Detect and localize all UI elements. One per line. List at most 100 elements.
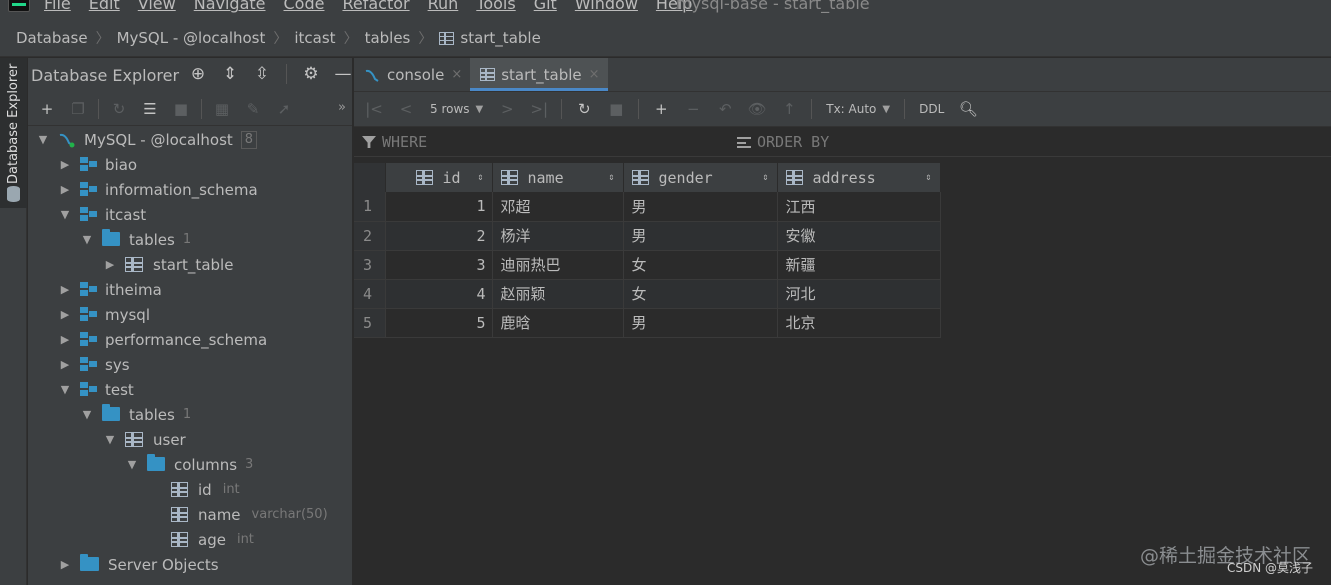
- chevron-down-icon[interactable]: ▼: [58, 208, 72, 221]
- cell-gender[interactable]: 男: [623, 192, 778, 222]
- tree-node-connection[interactable]: ▼ MySQL - @localhost 8: [36, 127, 258, 152]
- cell-address[interactable]: 新疆: [777, 250, 941, 280]
- menu-window[interactable]: Window: [575, 0, 638, 13]
- transaction-mode-dropdown[interactable]: Tx: Auto ▼: [822, 102, 894, 116]
- cell-name[interactable]: 赵丽颖: [492, 279, 624, 309]
- sort-toggle-icon[interactable]: ⇕: [762, 172, 768, 183]
- table-row[interactable]: 3 3 迪丽热巴 女 新疆: [354, 250, 941, 280]
- next-page-icon[interactable]: >: [495, 97, 519, 121]
- tree-node-schema-performance-schema[interactable]: ▶ performance_schema: [58, 327, 267, 352]
- add-icon[interactable]: +: [36, 98, 58, 120]
- menu-edit[interactable]: Edit: [89, 0, 120, 13]
- search-icon[interactable]: 🔍︎: [956, 97, 980, 121]
- tree-node-server-objects[interactable]: ▶ Server Objects: [58, 552, 219, 577]
- menu-file[interactable]: File: [44, 0, 71, 13]
- schema-settings-icon[interactable]: ☰: [139, 98, 161, 120]
- chevron-right-icon[interactable]: ▶: [58, 283, 72, 296]
- chevron-down-icon[interactable]: ▼: [80, 408, 94, 421]
- chevron-right-icon[interactable]: ▶: [103, 258, 117, 271]
- cell-gender[interactable]: 女: [623, 250, 778, 280]
- rows-count-dropdown[interactable]: 5 rows ▼: [426, 102, 487, 116]
- tree-node-schema-information-schema[interactable]: ▶ information_schema: [58, 177, 258, 202]
- chevron-right-icon[interactable]: ▶: [58, 558, 72, 571]
- sort-toggle-icon[interactable]: ⇕: [477, 172, 483, 183]
- cell-gender[interactable]: 男: [623, 308, 778, 338]
- jump-to-icon[interactable]: ➚: [273, 98, 295, 120]
- column-header-address[interactable]: address ⇕: [777, 163, 941, 192]
- expand-all-icon[interactable]: ⇕: [220, 64, 240, 84]
- tree-node-columns-folder[interactable]: ▼ columns 3: [125, 452, 253, 477]
- chevron-right-icon[interactable]: ▶: [58, 333, 72, 346]
- revert-icon[interactable]: ↶: [713, 97, 737, 121]
- cell-address[interactable]: 北京: [777, 308, 941, 338]
- menu-code[interactable]: Code: [284, 0, 325, 13]
- table-row[interactable]: 5 5 鹿晗 男 北京: [354, 308, 941, 338]
- delete-row-icon[interactable]: −: [681, 97, 705, 121]
- cell-name[interactable]: 邓超: [492, 192, 624, 222]
- column-header-id[interactable]: id ⇕: [385, 163, 493, 192]
- chevron-down-icon[interactable]: ▼: [36, 133, 50, 146]
- table-row[interactable]: 1 1 邓超 男 江西: [354, 192, 941, 222]
- breadcrumb-table[interactable]: start_table: [439, 29, 541, 47]
- order-by-filter[interactable]: ORDER BY: [737, 133, 829, 151]
- table-row[interactable]: 4 4 赵丽颖 女 河北: [354, 279, 941, 309]
- chevron-right-icon[interactable]: ▶: [58, 308, 72, 321]
- breadcrumb-tables[interactable]: tables: [365, 29, 411, 47]
- tab-start-table[interactable]: start_table ×: [470, 58, 608, 91]
- tree-node-table-start-table[interactable]: ▶ start_table: [103, 252, 234, 277]
- tree-node-column-name[interactable]: name varchar(50): [171, 502, 328, 527]
- cell-name[interactable]: 鹿晗: [492, 308, 624, 338]
- minimize-icon[interactable]: —: [333, 64, 353, 84]
- column-header-gender[interactable]: gender ⇕: [623, 163, 778, 192]
- previous-page-icon[interactable]: <: [394, 97, 418, 121]
- table-view-icon[interactable]: ▦: [211, 98, 233, 120]
- menu-refactor[interactable]: Refactor: [342, 0, 409, 13]
- close-icon[interactable]: ×: [451, 67, 462, 82]
- collapse-all-icon[interactable]: ⇳: [252, 64, 272, 84]
- tree-node-tables-folder[interactable]: ▼ tables 1: [80, 402, 191, 427]
- cell-id[interactable]: 1: [385, 192, 493, 222]
- stop-icon[interactable]: ■: [604, 97, 628, 121]
- cell-id[interactable]: 2: [385, 221, 493, 251]
- tree-node-tables-folder[interactable]: ▼ tables 1: [80, 227, 191, 252]
- cell-address[interactable]: 江西: [777, 192, 941, 222]
- where-filter[interactable]: WHERE: [362, 133, 427, 151]
- cell-address[interactable]: 河北: [777, 279, 941, 309]
- more-icon[interactable]: »: [338, 100, 346, 115]
- tree-node-schema-mysql[interactable]: ▶ mysql: [58, 302, 150, 327]
- cell-gender[interactable]: 女: [623, 279, 778, 309]
- tree-node-schema-test[interactable]: ▼ test: [58, 377, 134, 402]
- refresh-icon[interactable]: ↻: [108, 98, 130, 120]
- cell-address[interactable]: 安徽: [777, 221, 941, 251]
- tree-node-column-age[interactable]: age int: [171, 527, 254, 552]
- menu-view[interactable]: View: [138, 0, 176, 13]
- ddl-button[interactable]: DDL: [915, 102, 948, 116]
- menu-navigate[interactable]: Navigate: [194, 0, 266, 13]
- tree-node-table-user[interactable]: ▼ user: [103, 427, 186, 452]
- stop-icon[interactable]: ■: [170, 98, 192, 120]
- tree-node-schema-biao[interactable]: ▶ biao: [58, 152, 137, 177]
- menu-git[interactable]: Git: [534, 0, 557, 13]
- chevron-right-icon[interactable]: ▶: [58, 183, 72, 196]
- tab-console[interactable]: console ×: [354, 58, 470, 91]
- chevron-right-icon[interactable]: ▶: [58, 158, 72, 171]
- breadcrumb-schema[interactable]: itcast: [294, 29, 335, 47]
- add-row-icon[interactable]: +: [649, 97, 673, 121]
- table-row[interactable]: 2 2 杨洋 男 安徽: [354, 221, 941, 251]
- crosshair-icon[interactable]: ⊕: [188, 64, 208, 84]
- chevron-right-icon[interactable]: ▶: [58, 358, 72, 371]
- preview-changes-icon[interactable]: 👁: [745, 97, 769, 121]
- tree-node-schema-itcast[interactable]: ▼ itcast: [58, 202, 146, 227]
- breadcrumb-database[interactable]: Database: [16, 29, 88, 47]
- cell-id[interactable]: 5: [385, 308, 493, 338]
- chevron-down-icon[interactable]: ▼: [125, 458, 139, 471]
- cell-name[interactable]: 迪丽热巴: [492, 250, 624, 280]
- sort-toggle-icon[interactable]: ⇕: [925, 172, 931, 183]
- first-page-icon[interactable]: |<: [362, 97, 386, 121]
- last-page-icon[interactable]: >|: [527, 97, 551, 121]
- sort-toggle-icon[interactable]: ⇕: [608, 172, 614, 183]
- database-icon[interactable]: [7, 186, 20, 202]
- chevron-down-icon[interactable]: ▼: [58, 383, 72, 396]
- copy-icon[interactable]: ❐: [67, 98, 89, 120]
- menu-run[interactable]: Run: [428, 0, 459, 13]
